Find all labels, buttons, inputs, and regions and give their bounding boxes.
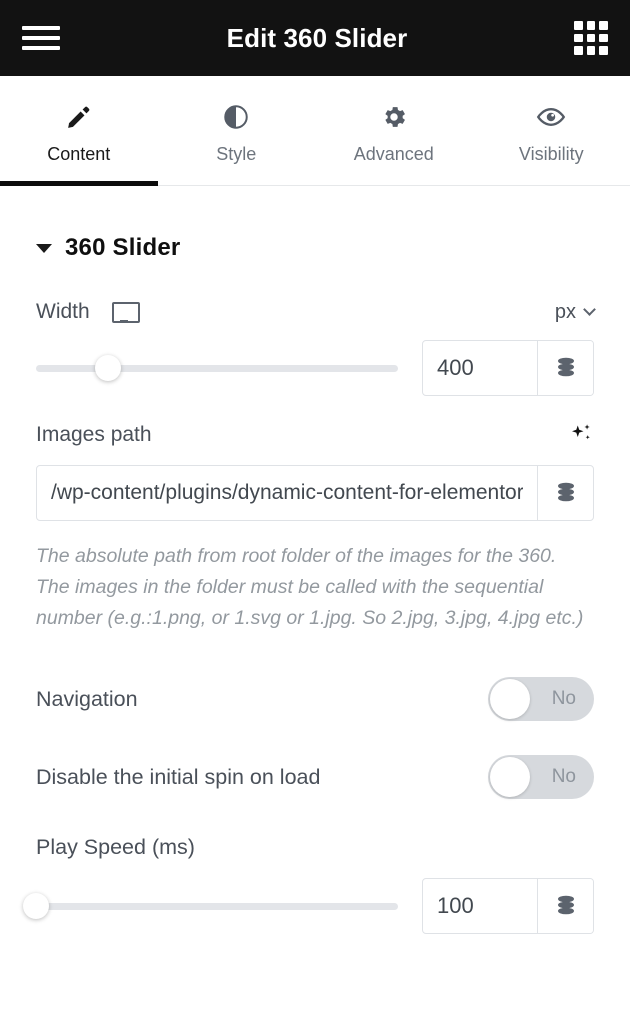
toggle-state-label: No [552, 766, 576, 788]
slider-track [36, 365, 398, 372]
gear-icon [380, 102, 408, 132]
control-label: Navigation [36, 687, 138, 712]
toggle-state-label: No [552, 688, 576, 710]
images-path-help-text: The absolute path from root folder of th… [36, 541, 594, 633]
app-header: Edit 360 Slider [0, 0, 630, 76]
chevron-down-icon [583, 303, 596, 316]
editor-tabs: Content Style Advanced Visibilit [0, 76, 630, 186]
width-number-field [422, 340, 594, 396]
control-label: Width [36, 300, 90, 324]
caret-down-icon [36, 244, 52, 253]
section-header-360-slider[interactable]: 360 Slider [36, 186, 594, 300]
hamburger-bar [22, 26, 60, 30]
desktop-monitor-icon[interactable] [112, 302, 136, 323]
play-speed-input[interactable] [423, 879, 537, 933]
settings-panel: 360 Slider Width px [0, 186, 630, 934]
hamburger-bar [22, 36, 60, 40]
play-speed-number-field [422, 878, 594, 934]
play-speed-slider-row [36, 878, 594, 934]
pencil-icon [65, 102, 93, 132]
dynamic-tags-button[interactable] [537, 341, 593, 395]
tab-style[interactable]: Style [158, 76, 316, 185]
unit-select-px[interactable]: px [555, 301, 594, 324]
slider-handle[interactable] [23, 893, 49, 919]
section-title: 360 Slider [65, 234, 180, 262]
tab-label: Style [216, 144, 256, 165]
slider-handle[interactable] [95, 355, 121, 381]
width-slider[interactable] [36, 355, 398, 381]
width-control-header: Width px [36, 300, 594, 324]
contrast-icon [222, 102, 250, 132]
control-label: Disable the initial spin on load [36, 765, 320, 790]
tab-visibility[interactable]: Visibility [473, 76, 630, 185]
slider-track [36, 903, 398, 910]
tab-label: Visibility [519, 144, 584, 165]
width-input[interactable] [423, 341, 537, 395]
width-label-group: Width [36, 300, 136, 324]
dynamic-tags-button[interactable] [537, 879, 593, 933]
page-title: Edit 360 Slider [60, 23, 574, 54]
hamburger-menu-icon[interactable] [22, 23, 60, 53]
images-path-input[interactable] [37, 466, 537, 520]
sparkle-ai-icon[interactable] [568, 422, 594, 448]
navigation-row: Navigation No [36, 663, 594, 735]
play-speed-label: Play Speed (ms) [36, 835, 594, 860]
toggle-knob [490, 757, 530, 797]
images-path-field [36, 465, 594, 521]
control-label: Images path [36, 423, 152, 447]
hamburger-bar [22, 46, 60, 50]
navigation-toggle[interactable]: No [488, 677, 594, 721]
unit-label: px [555, 301, 576, 324]
play-speed-slider[interactable] [36, 893, 398, 919]
images-path-label-row: Images path [36, 422, 594, 448]
toggle-knob [490, 679, 530, 719]
width-slider-row [36, 340, 594, 396]
tab-label: Advanced [354, 144, 434, 165]
tab-advanced[interactable]: Advanced [315, 76, 473, 185]
dynamic-tags-button[interactable] [537, 466, 593, 520]
tab-content[interactable]: Content [0, 76, 158, 185]
eye-icon [536, 102, 566, 132]
tab-label: Content [47, 144, 110, 165]
apps-grid-icon[interactable] [574, 21, 608, 55]
disable-initial-spin-toggle[interactable]: No [488, 755, 594, 799]
disable-initial-spin-row: Disable the initial spin on load No [36, 741, 594, 813]
